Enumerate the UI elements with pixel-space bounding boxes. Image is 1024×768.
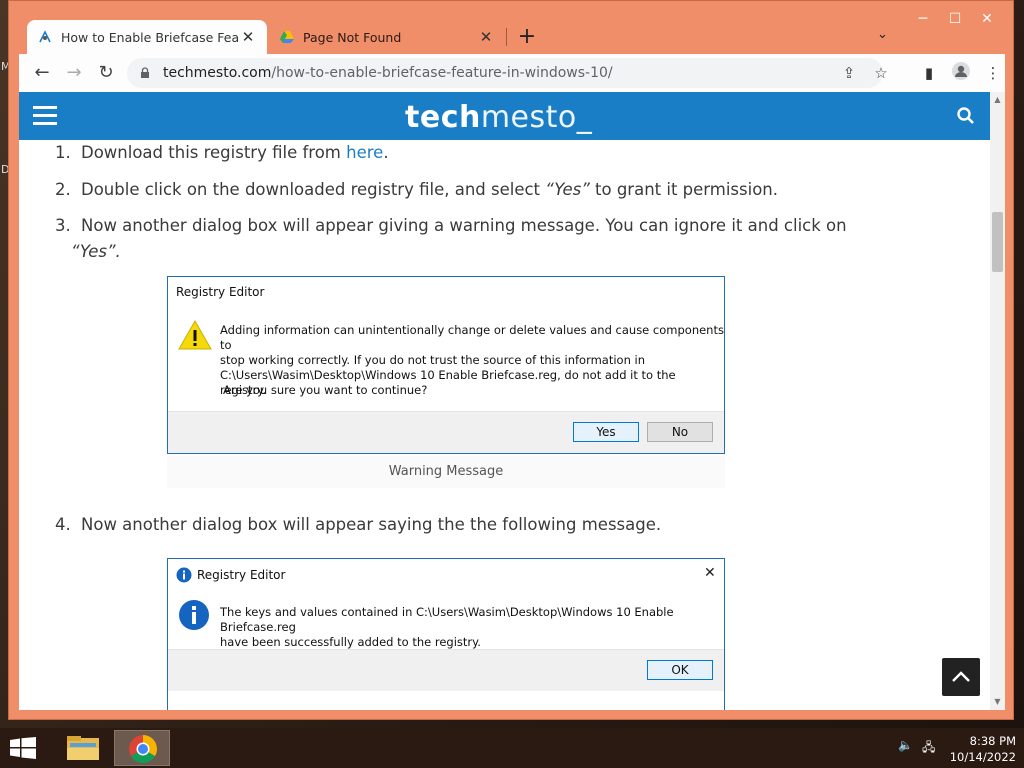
dialog-question: Are you sure you want to continue? <box>223 383 428 397</box>
dialog-close-icon: ✕ <box>704 565 716 581</box>
tab-separator <box>506 28 507 46</box>
yes-button: Yes <box>573 422 639 442</box>
volume-muted-icon[interactable]: 🔈 <box>898 738 913 752</box>
network-icon[interactable]: 🖧 <box>922 738 935 759</box>
browser-window: How to Enable Briefcase Feature ✕ Page N… <box>8 0 1014 720</box>
warning-icon <box>178 319 212 350</box>
tab-briefcase[interactable]: How to Enable Briefcase Feature ✕ <box>27 20 267 54</box>
dialog-message-line: have been successfully added to the regi… <box>220 635 481 649</box>
no-button: No <box>647 422 713 442</box>
url-domain: techmesto.com <box>163 65 272 81</box>
browser-toolbar: ← → ↻ techmesto.com /how-to-enable-brief… <box>19 54 1005 92</box>
search-icon[interactable] <box>956 106 976 126</box>
profile-avatar-icon[interactable] <box>949 61 973 85</box>
minimize-button[interactable]: ─ <box>907 11 939 27</box>
url-path: /how-to-enable-briefcase-feature-in-wind… <box>271 65 613 81</box>
tab-page-not-found[interactable]: Page Not Found ✕ <box>269 20 505 54</box>
dialog-message-line: Adding information can unintentionally c… <box>220 323 724 352</box>
dialog-title: Registry Editor <box>176 285 265 299</box>
system-clock[interactable]: 8:38 PM 10/14/2022 <box>946 733 1016 765</box>
dialog-footer: Yes No <box>168 411 724 453</box>
dialog-footer: OK <box>168 649 724 691</box>
tab-title: Page Not Found <box>303 29 402 45</box>
taskbar-file-explorer[interactable] <box>56 730 112 766</box>
download-here-link[interactable]: here <box>346 143 383 162</box>
info-icon <box>179 600 209 630</box>
chevron-up-icon <box>952 671 970 682</box>
hamburger-menu-icon[interactable] <box>33 106 57 126</box>
address-bar[interactable]: techmesto.com /how-to-enable-briefcase-f… <box>127 58 883 88</box>
dialog-message-line: stop working correctly. If you do not tr… <box>220 353 646 367</box>
new-tab-button[interactable]: + <box>515 25 539 49</box>
dialog-message-line: The keys and values contained in C:\User… <box>220 605 674 634</box>
tab-close-icon[interactable]: ✕ <box>477 28 495 46</box>
site-logo[interactable]: techmesto_ <box>405 100 592 135</box>
scroll-up-arrow-icon[interactable]: ▲ <box>993 95 1002 104</box>
bookmark-star-icon[interactable]: ☆ <box>871 63 891 83</box>
more-menu-icon[interactable]: ⋮ <box>981 61 1005 85</box>
reload-icon[interactable]: ↻ <box>93 60 119 86</box>
techmesto-favicon-icon <box>39 30 51 43</box>
scroll-down-arrow-icon[interactable]: ▼ <box>993 697 1002 706</box>
folder-icon <box>67 736 99 760</box>
clock-date: 10/14/2022 <box>949 750 1016 764</box>
close-window-button[interactable]: ✕ <box>965 11 1009 27</box>
lock-icon <box>141 67 149 78</box>
page-viewport: techmesto_ 1. Download this registry fil… <box>19 92 1005 710</box>
share-icon[interactable]: ⇪ <box>839 63 859 83</box>
image-caption: Warning Message <box>167 456 725 488</box>
clock-time: 8:38 PM <box>969 734 1016 748</box>
tab-close-icon[interactable]: ✕ <box>239 28 257 46</box>
tab-search-chevron-icon[interactable]: ⌄ <box>877 27 888 42</box>
scroll-to-top-button[interactable] <box>942 658 980 696</box>
dialog-title: Registry Editor <box>197 568 286 582</box>
forward-arrow-icon[interactable]: → <box>61 60 87 86</box>
ok-button: OK <box>647 660 713 680</box>
taskbar: 🔈 🖧 8:38 PM 10/14/2022 <box>0 728 1024 768</box>
back-arrow-icon[interactable]: ← <box>29 60 55 86</box>
side-panel-icon[interactable]: ▮ <box>917 61 941 85</box>
site-header: techmesto_ <box>19 92 990 140</box>
chrome-icon <box>129 735 157 763</box>
info-icon <box>176 567 192 583</box>
scrollbar-thumb[interactable] <box>992 212 1003 272</box>
windows-start-icon[interactable] <box>10 737 36 759</box>
tab-strip: How to Enable Briefcase Feature ✕ Page N… <box>9 1 1013 55</box>
google-drive-icon <box>280 31 294 43</box>
vertical-scrollbar[interactable]: ▲ ▼ <box>990 92 1005 710</box>
warning-dialog-image: Registry Editor Adding information can u… <box>167 276 725 454</box>
taskbar-chrome[interactable] <box>114 730 170 766</box>
tab-title: How to Enable Briefcase Feature <box>61 29 239 45</box>
info-dialog-image: Registry Editor ✕ The keys and values co… <box>167 558 725 710</box>
